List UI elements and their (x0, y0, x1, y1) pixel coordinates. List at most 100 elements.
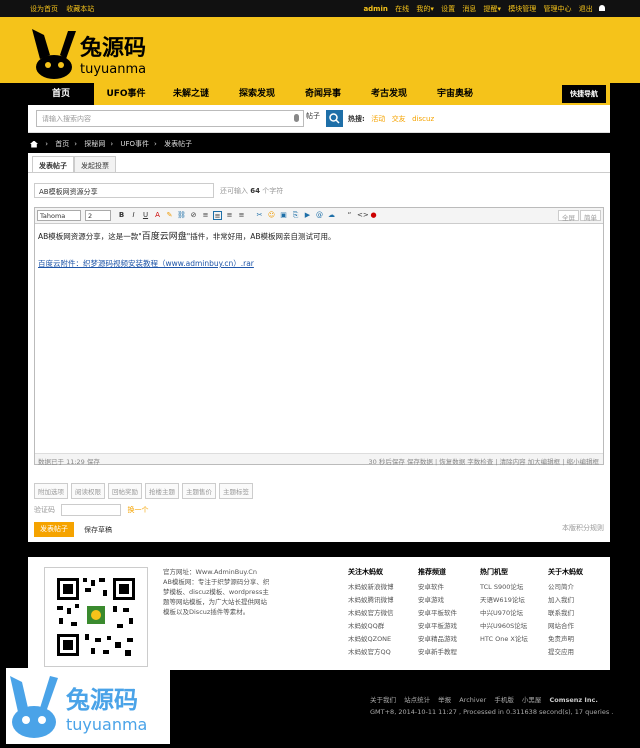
image-icon[interactable]: ▣ (279, 211, 288, 220)
hot-search-item[interactable]: discuz (412, 115, 434, 123)
search-button[interactable] (326, 110, 343, 127)
messages-link[interactable]: 消息 (462, 5, 476, 13)
align-left-icon[interactable]: ≡ (201, 211, 210, 220)
footer-link[interactable]: TCL S900论坛 (480, 581, 550, 594)
attachment-icon[interactable]: ⎘ (291, 211, 300, 220)
attachment-link[interactable]: 百度云附件：织梦源码视频安装教程（www.adminbuy.cn）.rar (38, 259, 254, 268)
online-link[interactable]: 在线 (395, 5, 409, 13)
code-icon[interactable]: <> (357, 211, 369, 220)
breadcrumb-board[interactable]: UFO事件 (120, 140, 149, 148)
bg-color-icon[interactable]: ✎ (165, 211, 174, 220)
my-menu[interactable]: 我的▾ (416, 5, 434, 13)
footer-link[interactable]: 免责声明 (548, 633, 608, 646)
footer-link[interactable]: 木蚂蚁腾讯微博 (348, 594, 418, 607)
bottom-link[interactable]: 站点统计 (404, 696, 430, 704)
bottom-link[interactable]: Archiver (459, 696, 486, 704)
option-tags-button[interactable]: 主题标签 (219, 483, 253, 499)
align-right-icon[interactable]: ≡ (225, 211, 234, 220)
footer-link[interactable]: 联系我们 (548, 607, 608, 620)
captcha-refresh-link[interactable]: 换一个 (127, 506, 148, 514)
brush-icon[interactable]: ✂ (255, 211, 264, 220)
bottom-link[interactable]: 小黑屋 (522, 696, 542, 704)
footer-link[interactable]: 安卓新手教程 (418, 646, 488, 659)
captcha-input[interactable] (61, 504, 122, 516)
footer-link[interactable]: 木蚂蚁新浪微博 (348, 581, 418, 594)
footer-link[interactable]: 安卓平板软件 (418, 607, 488, 620)
align-center-icon[interactable]: ≡ (213, 211, 222, 220)
option-floor-button[interactable]: 抢楼主题 (145, 483, 179, 499)
footer-link[interactable]: 中兴U970论坛 (480, 607, 550, 620)
qq-icon[interactable]: ● (369, 211, 378, 220)
nav-explore[interactable]: 探索发现 (228, 83, 286, 105)
option-read-perm-button[interactable]: 阅读权限 (71, 483, 105, 499)
footer-link[interactable]: 网站合作 (548, 620, 608, 633)
align-justify-icon[interactable]: ≡ (237, 211, 246, 220)
footer-link[interactable]: 安卓游戏 (418, 594, 488, 607)
settings-link[interactable]: 设置 (441, 5, 455, 13)
admin-center-link[interactable]: 管理中心 (544, 5, 572, 13)
underline-icon[interactable]: U (141, 211, 150, 220)
video-icon[interactable]: ▶ (303, 211, 312, 220)
submit-post-button[interactable]: 发表帖子 (34, 522, 74, 537)
quote-icon[interactable]: “ (345, 211, 354, 220)
nav-universe[interactable]: 宇宙奥秘 (426, 83, 484, 105)
option-extra-button[interactable]: 附加选项 (34, 483, 68, 499)
option-reply-reward-button[interactable]: 回帖奖励 (108, 483, 142, 499)
tab-new-poll[interactable]: 发起投票 (74, 156, 116, 173)
post-title-input[interactable]: AB模板网资源分享 (34, 183, 214, 198)
footer-link[interactable]: 安卓平板游戏 (418, 620, 488, 633)
option-price-button[interactable]: 主题售价 (182, 483, 216, 499)
bold-icon[interactable]: B (117, 211, 126, 220)
module-manage-link[interactable]: 模块管理 (508, 5, 536, 13)
user-icon[interactable] (599, 5, 605, 11)
nav-mystery[interactable]: 未解之谜 (162, 83, 220, 105)
simple-mode-button[interactable]: 简单 (580, 210, 601, 222)
footer-link[interactable]: 木蚂蚁官方QQ (348, 646, 418, 659)
notify-menu[interactable]: 提醒▾ (484, 5, 502, 13)
bottom-link[interactable]: 手机版 (494, 696, 514, 704)
footer-link[interactable]: 天语W619论坛 (480, 594, 550, 607)
editor-actions[interactable]: 30 秒后保存 保存数据 | 恢复数据 字数检查 | 清除内容 加大编辑框 | … (368, 456, 599, 466)
footer-link[interactable]: 中兴U960S论坛 (480, 620, 550, 633)
home-icon[interactable] (30, 140, 38, 148)
search-input[interactable]: 请输入搜索内容 (36, 110, 304, 127)
bookmark-link[interactable]: 收藏本站 (66, 5, 94, 13)
footer-link[interactable]: 木蚂蚁官方微信 (348, 607, 418, 620)
hot-search-item[interactable]: 活动 (371, 115, 385, 123)
italic-icon[interactable]: I (129, 211, 138, 220)
font-size-select[interactable]: 2 (85, 210, 111, 221)
footer-link[interactable]: 木蚂蚁QZONE (348, 633, 418, 646)
username-link[interactable]: admin (363, 5, 387, 13)
set-homepage-link[interactable]: 设为首页 (30, 5, 58, 13)
smiley-icon[interactable]: ☺ (267, 211, 276, 220)
footer-link[interactable]: 木蚂蚁QQ群 (348, 620, 418, 633)
at-icon[interactable]: @ (315, 211, 324, 220)
footer-link[interactable]: 安卓软件 (418, 581, 488, 594)
powered-by[interactable]: Comsenz Inc. (549, 696, 597, 704)
footer-link[interactable]: 公司简介 (548, 581, 608, 594)
quick-nav-button[interactable]: 快捷导航 (562, 85, 606, 103)
breadcrumb-home[interactable]: 首页 (55, 140, 69, 148)
save-draft-button[interactable]: 保存草稿 (84, 525, 112, 535)
hot-search-item[interactable]: 交友 (392, 115, 406, 123)
footer-link[interactable]: 安卓精品游戏 (418, 633, 488, 646)
unlink-icon[interactable]: ⊘ (189, 211, 198, 220)
bottom-link[interactable]: 举报 (438, 696, 451, 704)
search-type-select[interactable]: 帖子 (306, 111, 320, 121)
text-color-icon[interactable]: A (153, 211, 162, 220)
fullscreen-button[interactable]: 全屏 (558, 210, 579, 222)
footer-link[interactable]: 提交应用 (548, 646, 608, 659)
cloud-icon[interactable]: ☁ (327, 211, 336, 220)
nav-oddities[interactable]: 奇闻异事 (294, 83, 352, 105)
link-icon[interactable]: ⛓ (177, 211, 186, 220)
nav-home[interactable]: 首页 (28, 83, 94, 105)
microphone-icon[interactable] (294, 114, 299, 122)
rules-link[interactable]: 本版积分规则 (562, 523, 604, 533)
site-logo[interactable]: 兔源码 tuyuanma (30, 25, 150, 81)
footer-link[interactable]: 加入我们 (548, 594, 608, 607)
breadcrumb-forum[interactable]: 探秘网 (84, 140, 105, 148)
logout-link[interactable]: 退出 (579, 5, 593, 13)
bottom-link[interactable]: 关于我们 (370, 696, 396, 704)
editor-content[interactable]: AB模板网资源分享，这是一款"百度云网盘"插件，非常好用，AB模板网亲自测试可用… (38, 230, 598, 270)
font-family-select[interactable]: Tahoma (37, 210, 81, 221)
